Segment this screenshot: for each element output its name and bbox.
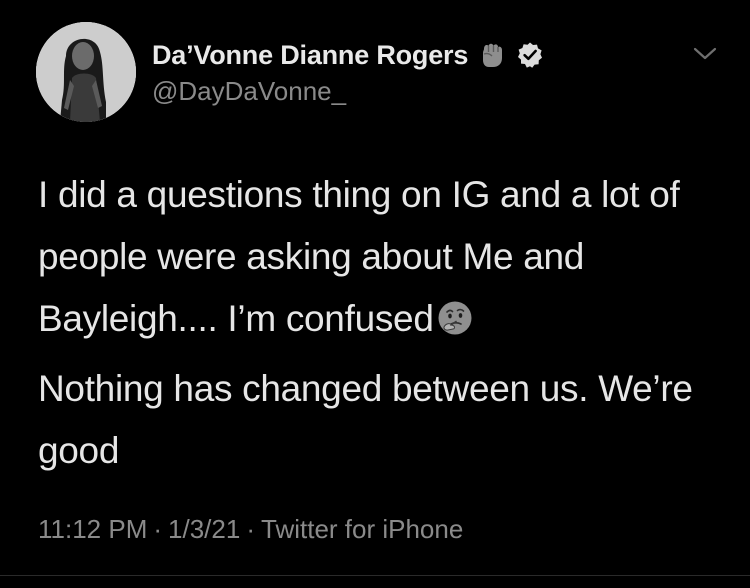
divider — [0, 575, 750, 576]
tweet-text: I did a questions thing on IG and a lot … — [38, 164, 728, 482]
meta-separator: · — [153, 514, 163, 544]
author-handle[interactable]: @DayDaVonne_ — [152, 76, 346, 107]
raised-fist-emoji-icon — [476, 39, 508, 71]
tweet-paragraph-2: Nothing has changed between us. We’re go… — [38, 368, 693, 471]
tweet-date[interactable]: 1/3/21 — [168, 514, 240, 544]
meta-separator: · — [246, 514, 255, 544]
tweet-paragraph-1-text: I did a questions thing on IG and a lot … — [38, 174, 680, 339]
chevron-down-icon[interactable] — [690, 38, 720, 68]
tweet-source[interactable]: Twitter for iPhone — [261, 514, 463, 544]
tweet-time[interactable]: 11:12 PM — [38, 514, 147, 544]
verified-badge-icon — [516, 41, 544, 69]
display-name[interactable]: Da’Vonne Dianne Rogers — [152, 40, 468, 71]
avatar[interactable] — [36, 22, 136, 122]
author-name-row: Da’Vonne Dianne Rogers — [152, 38, 544, 72]
tweet-card: Da’Vonne Dianne Rogers @DayDaVonne_ I di… — [0, 0, 750, 588]
tweet-meta: 11:12 PM · 1/3/21 · Twitter for iPhone — [38, 514, 463, 545]
tweet-paragraph-1: I did a questions thing on IG and a lot … — [38, 164, 728, 350]
avatar-image — [36, 22, 136, 122]
thinking-face-emoji-icon — [436, 294, 474, 335]
